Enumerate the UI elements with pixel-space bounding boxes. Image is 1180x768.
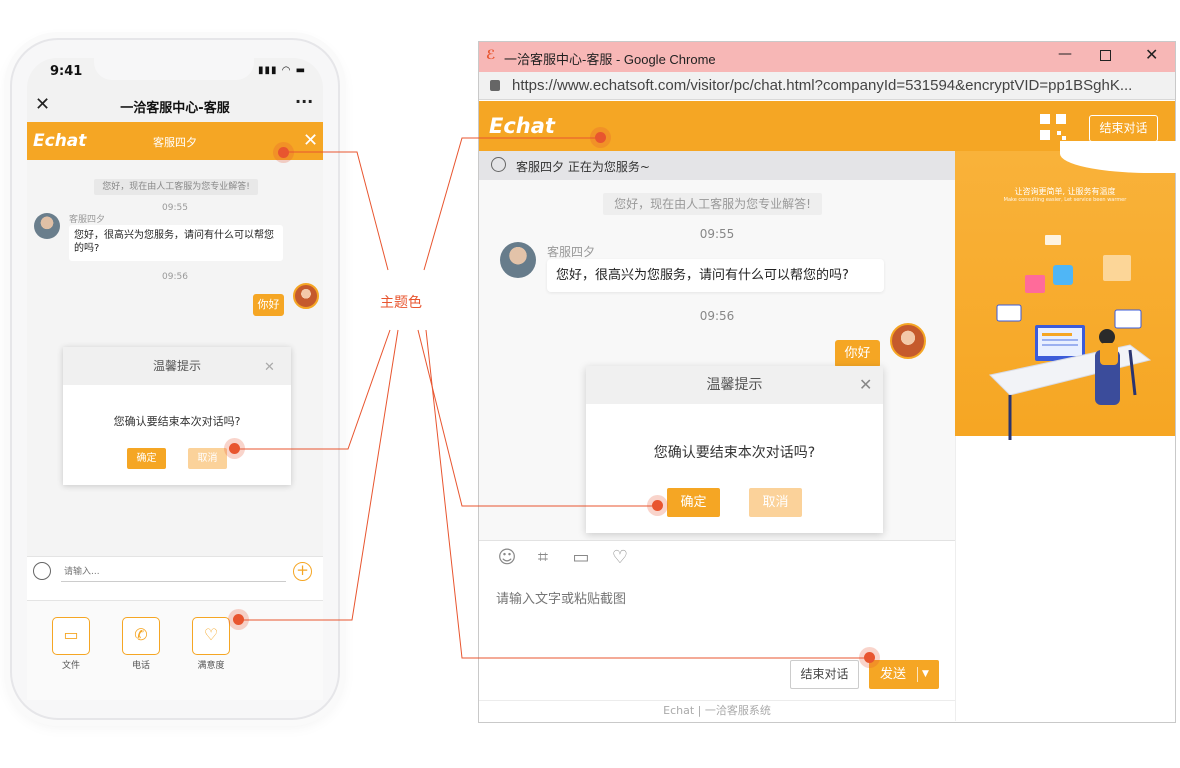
confirm-button[interactable]: 确定 (127, 448, 166, 469)
send-button[interactable]: 发送 ▼ (869, 660, 939, 689)
heart-icon[interactable]: ♡ (192, 617, 230, 655)
send-dropdown-icon[interactable]: ▼ (922, 660, 929, 689)
heart-icon[interactable]: ♡ (609, 547, 631, 569)
timestamp: 09:56 (699, 309, 735, 323)
system-message: 您好，现在由人工客服为您专业解答! (603, 193, 822, 215)
tray-label-rating: 满意度 (197, 661, 225, 671)
close-chat-icon[interactable]: ✕ (303, 130, 318, 151)
end-chat-header-button[interactable]: 结束对话 (1089, 115, 1158, 142)
url-text[interactable]: https://www.echatsoft.com/visitor/pc/cha… (512, 77, 1132, 94)
agent-message-bubble: 您好，很高兴为您服务，请问有什么可以帮您的吗? (69, 225, 283, 261)
echat-app-icon: ℰ (486, 48, 496, 63)
user-message-bubble: 你好 (835, 340, 880, 368)
echat-logo: Echat (489, 114, 555, 138)
message-textarea[interactable] (496, 588, 936, 648)
user-avatar (293, 283, 319, 309)
cancel-button[interactable]: 取消 (749, 488, 802, 517)
dialog-title: 温馨提示 (586, 366, 883, 404)
send-divider (917, 667, 918, 682)
theme-marker (278, 147, 289, 158)
emoji-icon[interactable]: ☺ (496, 547, 518, 569)
crop-icon[interactable]: ⌗ (532, 547, 554, 569)
more-icon[interactable]: ··· (295, 92, 313, 111)
window-close-icon[interactable]: ✕ (1145, 45, 1158, 64)
agent-name: 客服四夕 (69, 215, 106, 225)
tray-label-phone: 电话 (131, 661, 150, 671)
phone-icon[interactable]: ✆ (122, 617, 160, 655)
theme-marker (652, 500, 663, 511)
plus-icon[interactable]: + (293, 562, 312, 581)
timestamp: 09:56 (162, 272, 188, 282)
side-slogan-en: Make consulting easier, Let service been… (1003, 197, 1127, 203)
user-message-bubble: 你好 (253, 294, 284, 316)
side-slogan: 让咨询更简单, 让服务有温度 (1014, 187, 1116, 196)
agent-avatar (34, 213, 60, 239)
window-title: 一洽客服中心-客服 - Google Chrome (504, 52, 716, 67)
end-chat-button[interactable]: 结束对话 (790, 660, 859, 689)
theme-marker (233, 614, 244, 625)
theme-marker (229, 443, 240, 454)
lock-icon (490, 80, 500, 91)
phone-header-agent: 客服四夕 (153, 136, 197, 149)
dialog-message: 您确认要结束本次对话吗? (113, 415, 241, 428)
theme-marker (595, 132, 606, 143)
agent-status-text: 客服四夕 正在为您服务~ (516, 160, 650, 174)
minimize-icon[interactable]: — (1058, 46, 1072, 62)
dialog-close-icon[interactable]: ✕ (264, 360, 275, 375)
theme-color-label: 主题色 (380, 295, 422, 311)
tray-label-file: 文件 (61, 661, 80, 671)
confirm-button[interactable]: 确定 (667, 488, 720, 517)
message-input[interactable] (61, 562, 286, 582)
qr-code-icon[interactable] (1040, 114, 1066, 140)
status-time: 9:41 (50, 64, 83, 79)
maximize-icon[interactable] (1100, 50, 1111, 61)
customer-service-illustration (988, 235, 1152, 440)
user-avatar (890, 323, 926, 359)
dialog-title: 温馨提示 (63, 347, 291, 385)
folder-icon[interactable]: ▭ (570, 547, 592, 569)
dialog-message: 您确认要结束本次对话吗? (653, 445, 816, 461)
footer-brand: Echat | 一洽客服系统 (479, 700, 955, 722)
phone-notch (94, 58, 254, 80)
headset-icon (491, 157, 506, 172)
cancel-button[interactable]: 取消 (188, 448, 227, 469)
status-icons: ▮▮▮ ◠ ▬ (258, 65, 307, 76)
folder-icon[interactable]: ▭ (52, 617, 90, 655)
dialog-close-icon[interactable]: ✕ (859, 375, 872, 394)
send-label: 发送 (879, 667, 906, 682)
agent-name: 客服四夕 (547, 245, 596, 259)
phone-nav-title: 一洽客服中心-客服 (120, 101, 230, 116)
theme-marker (864, 652, 875, 663)
timestamp: 09:55 (699, 227, 735, 241)
emoji-icon[interactable] (33, 562, 51, 580)
system-message: 您好，现在由人工客服为您专业解答! (94, 179, 258, 195)
agent-message-bubble: 您好，很高兴为您服务，请问有什么可以帮您的吗? (547, 259, 884, 292)
agent-avatar (500, 242, 536, 278)
